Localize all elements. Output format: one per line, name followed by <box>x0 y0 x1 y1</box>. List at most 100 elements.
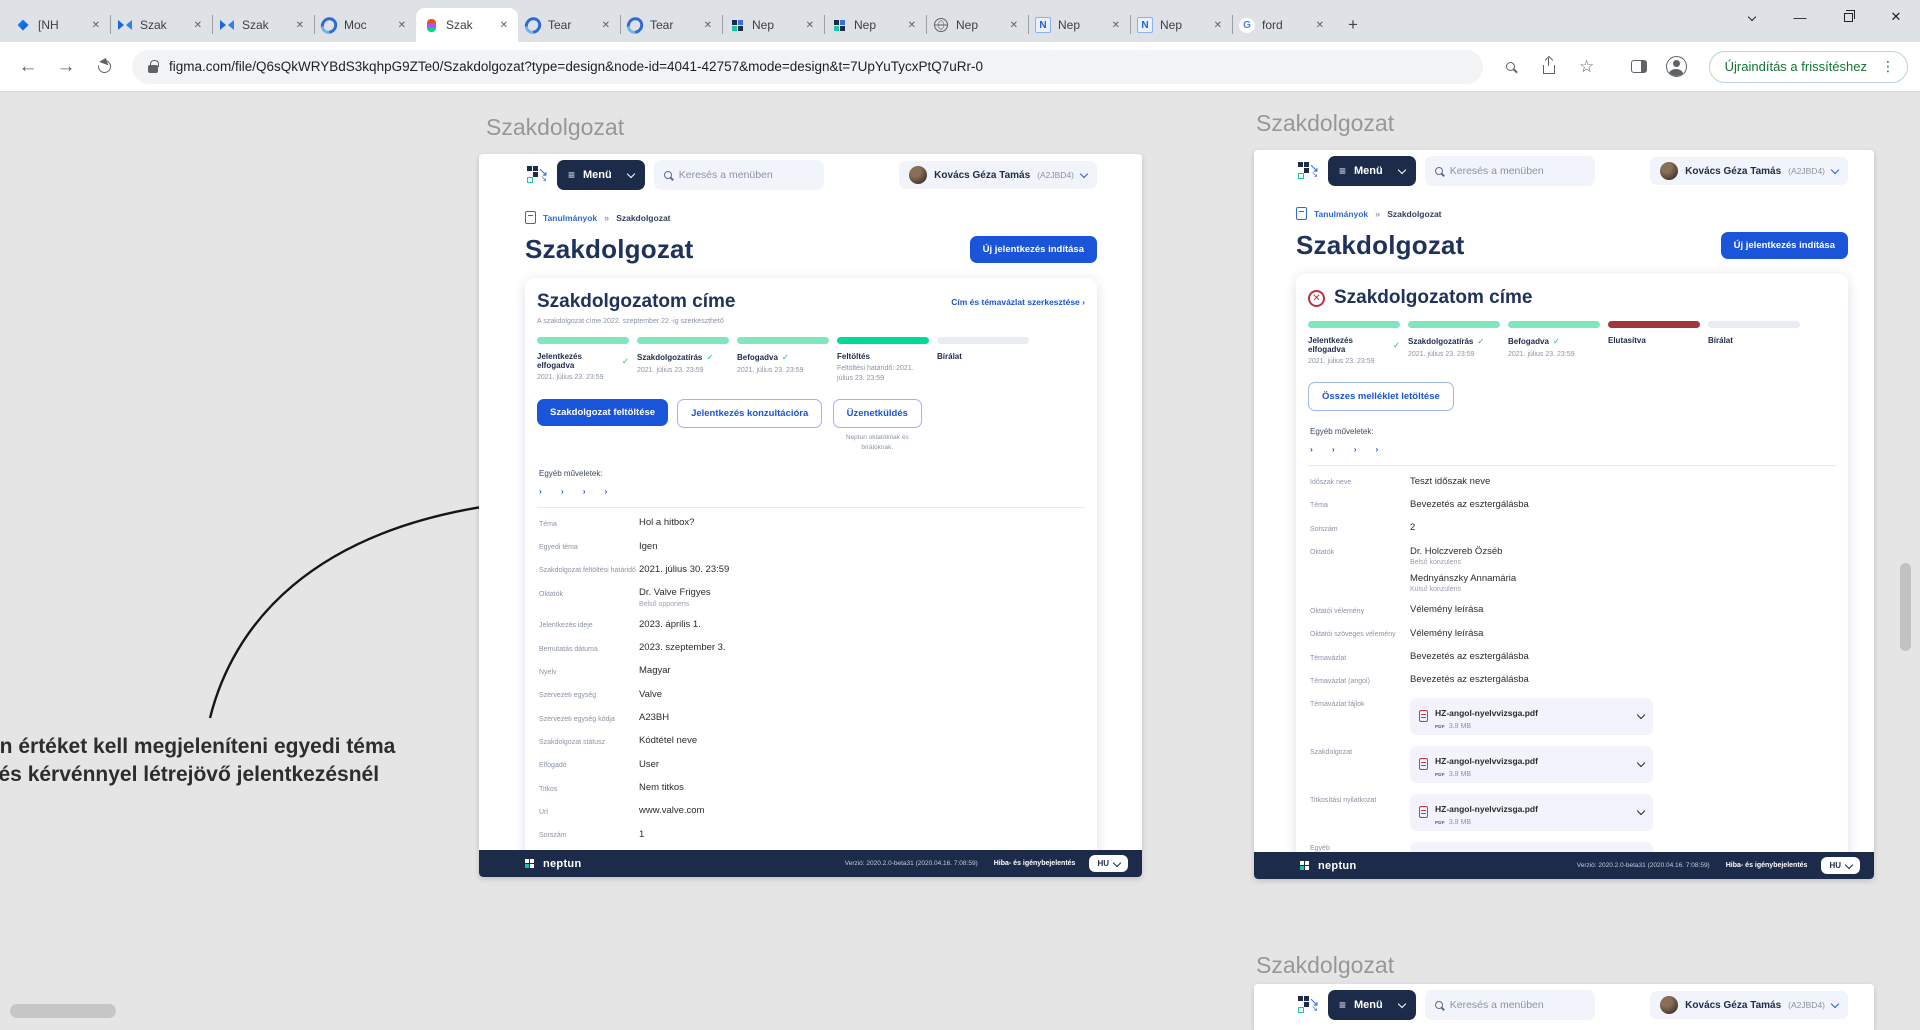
breadcrumb-section[interactable]: Tanulmányok <box>543 213 597 223</box>
action-button[interactable]: Szakdolgozat feltöltése <box>537 399 668 426</box>
detail-row: Témavázlat fájlok HZ-angol-nyelvvizsga.p… <box>1308 692 1836 740</box>
tab-close-icon[interactable]: ✕ <box>803 19 817 32</box>
frame1-canvas-label[interactable]: Szakdolgozat <box>486 114 624 141</box>
menu-search[interactable] <box>654 160 824 190</box>
window-close-button[interactable]: ✕ <box>1872 0 1920 34</box>
tab-close-icon[interactable]: ✕ <box>293 19 307 32</box>
chevron-down-icon[interactable] <box>1637 759 1645 767</box>
menu-search[interactable] <box>1425 156 1595 186</box>
tab-close-icon[interactable]: ✕ <box>395 19 409 32</box>
browser-tab[interactable]: Tear ✕ <box>518 8 620 42</box>
browser-tab[interactable]: [NH ✕ <box>8 8 110 42</box>
browser-tab[interactable]: Nep ✕ <box>926 8 1028 42</box>
browser-tab[interactable]: Nep ✕ <box>1130 8 1232 42</box>
browser-tab[interactable]: Nep ✕ <box>722 8 824 42</box>
quick-link[interactable] <box>605 486 608 496</box>
new-application-button[interactable]: Új jelentkezés indítása <box>1721 232 1848 259</box>
page-title: Szakdolgozat <box>1296 230 1465 261</box>
tab-close-icon[interactable]: ✕ <box>191 19 205 32</box>
neptun-logo-icon[interactable]: ↘↘ <box>525 164 548 187</box>
chevron-down-icon[interactable] <box>1637 807 1645 815</box>
user-menu[interactable]: Kovács Géza Tamás (A2JBD4) <box>899 161 1097 189</box>
user-menu[interactable]: Kovács Géza Tamás (A2JBD4) <box>1650 991 1848 1019</box>
search-input[interactable] <box>1450 165 1585 177</box>
browser-tab[interactable]: ford ✕ <box>1232 8 1334 42</box>
browser-tab[interactable]: Szak ✕ <box>110 8 212 42</box>
browser-tab[interactable]: Szak ✕ <box>416 8 518 42</box>
window-minimize-button[interactable]: — <box>1776 0 1824 34</box>
report-issue-link[interactable]: Hiba- és igénybejelentés <box>1726 862 1808 869</box>
detail-label: Téma <box>1310 499 1410 511</box>
new-application-button[interactable]: Új jelentkezés indítása <box>970 236 1097 263</box>
file-attachment[interactable]: HZ-angol-nyelvvizsga.pdf 3.8 MB <box>1410 698 1653 735</box>
tab-close-icon[interactable]: ✕ <box>1211 19 1225 32</box>
browser-tab[interactable]: Nep ✕ <box>824 8 926 42</box>
browser-tab[interactable]: Tear ✕ <box>620 8 722 42</box>
neptun-logo-icon[interactable]: ↘↘ <box>1296 994 1319 1017</box>
quick-link[interactable] <box>1332 444 1335 454</box>
menu-button[interactable]: ≡ Menü <box>557 160 645 190</box>
address-bar[interactable]: figma.com/file/Q6sQkWRYBdS3kqhpG9ZTe0/Sz… <box>132 50 1483 84</box>
canvas-vertical-scrollbar[interactable] <box>1900 563 1911 651</box>
app-header: ↘↘ ≡ Menü Kovács Géza Tamás (A2JBD4) <box>1254 984 1874 1026</box>
menu-button[interactable]: ≡ Menü <box>1328 990 1416 1020</box>
report-issue-link[interactable]: Hiba- és igénybejelentés <box>994 860 1076 867</box>
side-panel-button[interactable] <box>1623 51 1655 83</box>
quick-link[interactable] <box>1310 444 1313 454</box>
share-button[interactable] <box>1533 51 1565 83</box>
neptun-logo-icon[interactable]: ↘↘ <box>1296 160 1319 183</box>
zoom-indicator-icon[interactable] <box>1495 51 1527 83</box>
user-menu[interactable]: Kovács Géza Tamás (A2JBD4) <box>1650 157 1848 185</box>
menu-search[interactable] <box>1425 990 1595 1020</box>
quick-link[interactable] <box>561 486 564 496</box>
action-button[interactable]: Üzenetküldés <box>833 399 922 428</box>
figma-canvas[interactable]: en értéket kell megjeleníteni egyedi tém… <box>0 92 1920 1030</box>
file-attachment[interactable]: HZ-angol-nyelvvizsga.pdf 3.8 MB <box>1410 794 1653 831</box>
browser-tab[interactable]: Nep ✕ <box>1028 8 1130 42</box>
quick-link[interactable] <box>583 486 586 496</box>
file-attachment[interactable]: HZ-angol-nyelvvizsga.pdf 3.8 MB <box>1410 746 1653 783</box>
tab-close-icon[interactable]: ✕ <box>1313 19 1327 32</box>
chevron-down-icon <box>1398 165 1406 173</box>
search-input[interactable] <box>679 169 814 181</box>
tab-title: Nep <box>1058 18 1102 32</box>
bookmark-button[interactable]: ☆ <box>1571 51 1603 83</box>
quick-link[interactable] <box>1376 444 1379 454</box>
search-input[interactable] <box>1450 999 1585 1011</box>
frame2-canvas-label[interactable]: Szakdolgozat <box>1256 110 1394 137</box>
profile-button[interactable] <box>1661 51 1693 83</box>
quick-link[interactable] <box>539 486 542 496</box>
tab-close-icon[interactable]: ✕ <box>1007 19 1021 32</box>
tab-close-icon[interactable]: ✕ <box>599 19 613 32</box>
forward-button[interactable]: → <box>50 51 82 83</box>
language-selector[interactable]: HU <box>1089 855 1128 872</box>
tab-close-icon[interactable]: ✕ <box>89 19 103 32</box>
canvas-horizontal-scrollbar[interactable] <box>10 1004 116 1018</box>
language-selector[interactable]: HU <box>1821 857 1860 874</box>
frame3-szakdolgozat-partial: ↘↘ ≡ Menü Kovács Géza Tamás (A2JBD4) <box>1254 984 1874 1030</box>
tab-close-icon[interactable]: ✕ <box>905 19 919 32</box>
back-button[interactable]: ← <box>12 51 44 83</box>
tab-close-icon[interactable]: ✕ <box>1109 19 1123 32</box>
action-button[interactable]: Jelentkezés konzultációra <box>677 399 822 428</box>
kebab-menu-icon[interactable]: ⋮ <box>1875 58 1901 75</box>
quick-link[interactable] <box>1354 444 1357 454</box>
reload-button[interactable] <box>88 51 120 83</box>
tab-close-icon[interactable]: ✕ <box>701 19 715 32</box>
tab-favicon <box>525 17 541 33</box>
check-icon: ✓ <box>1477 336 1484 347</box>
browser-tab[interactable]: Szak ✕ <box>212 8 314 42</box>
browser-tab[interactable]: Moc ✕ <box>314 8 416 42</box>
restart-to-update-button[interactable]: Újraindítás a frissítéshez ⋮ <box>1709 51 1908 83</box>
chevron-down-icon[interactable] <box>1637 711 1645 719</box>
tab-search-chevron-icon[interactable] <box>1728 0 1776 34</box>
breadcrumb-section[interactable]: Tanulmányok <box>1314 209 1368 219</box>
action-button[interactable]: Összes melléklet letöltése <box>1308 382 1454 411</box>
window-restore-button[interactable] <box>1824 0 1872 34</box>
tab-close-icon[interactable]: ✕ <box>497 19 511 32</box>
edit-title-link[interactable]: Cím és témavázlat szerkesztése <box>951 297 1085 307</box>
frame3-canvas-label[interactable]: Szakdolgozat <box>1256 952 1394 979</box>
new-tab-button[interactable]: + <box>1340 12 1366 38</box>
url-text[interactable]: figma.com/file/Q6sQkWRYBdS3kqhpG9ZTe0/Sz… <box>169 59 983 74</box>
menu-button[interactable]: ≡ Menü <box>1328 156 1416 186</box>
